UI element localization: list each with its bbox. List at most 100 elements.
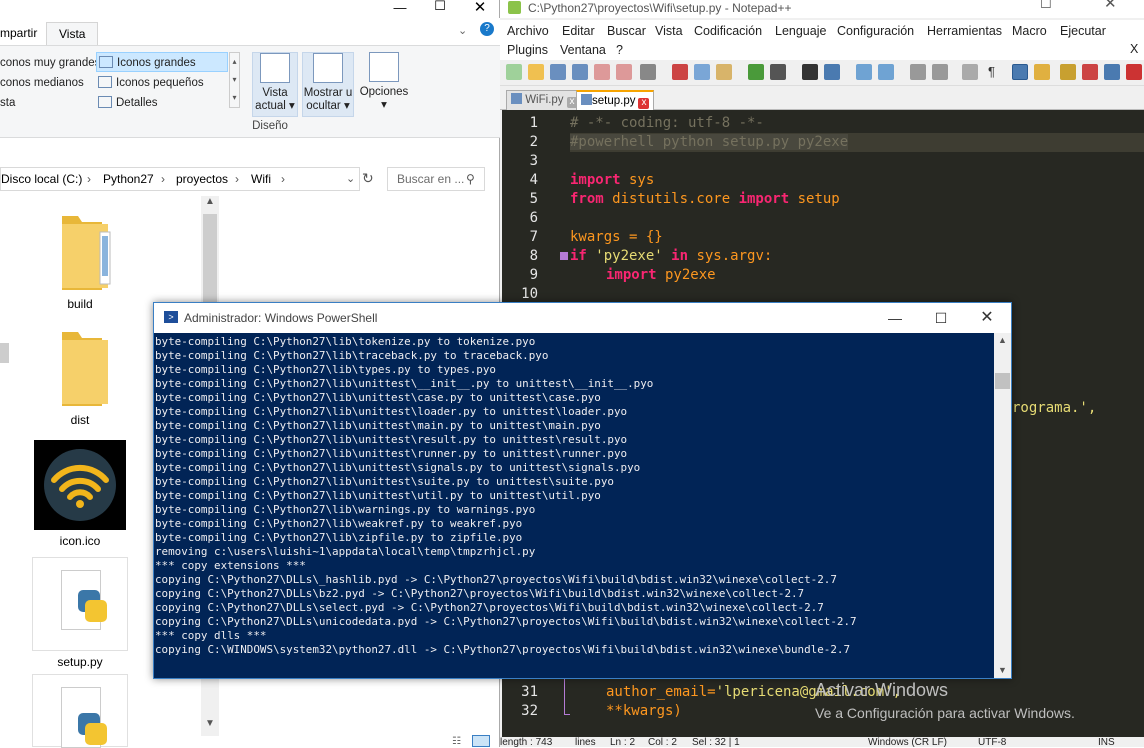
maximize-icon[interactable]: ☐ [420, 0, 460, 14]
nav-pane-scroll[interactable] [0, 343, 9, 363]
scrollbar-thumb[interactable] [203, 214, 217, 308]
layout-extra-large-icons[interactable]: conos muy grandes [0, 53, 100, 73]
menu-configuracion[interactable]: Configuración [837, 24, 914, 38]
minimize-icon[interactable]: — [380, 0, 420, 15]
minimize-icon[interactable]: — [872, 303, 918, 333]
scroll-up-icon[interactable]: ▲ [205, 196, 215, 207]
close-icon[interactable]: ✕ [1104, 0, 1117, 11]
breadcrumb-item[interactable]: Wifi [251, 168, 271, 190]
large-icons-view-icon[interactable] [472, 735, 490, 747]
show-all-chars-icon[interactable]: ¶ [988, 64, 1004, 80]
folder-workspace-icon[interactable] [1104, 64, 1120, 80]
npp-titlebar: C:\Python27\proyectos\Wifi\setup.py - No… [500, 0, 1144, 18]
doc-map-icon[interactable] [1060, 64, 1076, 80]
maximize-icon[interactable]: ☐ [918, 303, 964, 333]
address-bar[interactable]: Disco local (C:) › Python27 › proyectos … [0, 167, 360, 191]
help-icon[interactable]: ? [480, 22, 494, 36]
find-icon[interactable] [802, 64, 818, 80]
save-all-icon[interactable] [572, 64, 588, 80]
print-icon[interactable] [640, 64, 656, 80]
copy-icon[interactable] [694, 64, 710, 80]
zoom-in-icon[interactable] [856, 64, 872, 80]
close-all-icon[interactable] [616, 64, 632, 80]
menu-close-doc[interactable]: X [1130, 42, 1138, 56]
lang-icon[interactable] [1034, 64, 1050, 80]
layout-small-icons[interactable]: Iconos pequeños [98, 73, 204, 93]
fold-marker-icon[interactable] [560, 252, 568, 260]
console-scrollbar[interactable]: ▲ ▼ [994, 333, 1011, 678]
current-view-button[interactable]: Vista actual ▾ [252, 52, 298, 117]
zoom-out-icon[interactable] [878, 64, 894, 80]
layout-medium-icons[interactable]: conos medianos [0, 73, 84, 93]
open-file-icon[interactable] [528, 64, 544, 80]
file-item-icon-ico[interactable]: icon.ico [32, 440, 128, 548]
console-line: byte-compiling C:\Python27\lib\unittest\… [155, 475, 614, 488]
close-icon[interactable]: ✕ [460, 0, 500, 16]
options-button[interactable]: Opciones ▾ [358, 52, 410, 117]
line-number: 8 [529, 248, 538, 264]
scroll-down-icon[interactable]: ▼ [998, 665, 1007, 675]
close-icon[interactable]: ✕ [964, 303, 1010, 333]
breadcrumb-item[interactable]: Disco local (C:) [1, 168, 82, 190]
show-hide-button[interactable]: Mostrar u ocultar ▾ [302, 52, 354, 117]
menu-buscar[interactable]: Buscar [607, 24, 646, 38]
layout-large-icons[interactable]: Iconos grandes [96, 52, 228, 72]
menu-lenguaje[interactable]: Lenguaje [775, 24, 826, 38]
menu-editar[interactable]: Editar [562, 24, 595, 38]
console-line: byte-compiling C:\Python27\lib\unittest\… [155, 419, 601, 432]
console-line: byte-compiling C:\Python27\lib\unittest\… [155, 433, 628, 446]
menu-ventana[interactable]: Ventana [560, 43, 606, 57]
record-macro-icon[interactable] [1126, 64, 1142, 80]
maximize-icon[interactable]: ☐ [1040, 0, 1052, 11]
scroll-down-icon[interactable]: ▼ [205, 718, 215, 729]
menu-help[interactable]: ? [616, 43, 623, 57]
save-icon[interactable] [550, 64, 566, 80]
scroll-up-icon[interactable]: ▲ [998, 335, 1007, 345]
close-tab-icon[interactable]: x [638, 98, 650, 109]
tab-view[interactable]: Vista [46, 22, 99, 45]
activation-watermark-text: Ve a Configuración para activar Windows. [815, 705, 1075, 721]
file-item-setup-py[interactable]: setup.py [32, 557, 128, 669]
tab-setup-py[interactable]: setup.py x [576, 90, 655, 110]
breadcrumb-item[interactable]: proyectos [176, 168, 228, 190]
new-file-icon[interactable] [506, 64, 522, 80]
menu-plugins[interactable]: Plugins [507, 43, 548, 57]
menu-ejecutar[interactable]: Ejecutar [1060, 24, 1106, 38]
function-list-icon[interactable] [1082, 64, 1098, 80]
search-input[interactable]: Buscar en ... ⚲ [387, 167, 485, 191]
menu-codificacion[interactable]: Codificación [694, 24, 762, 38]
menu-archivo[interactable]: Archivo [507, 24, 549, 38]
layout-list[interactable]: sta [0, 93, 15, 113]
menu-vista[interactable]: Vista [655, 24, 683, 38]
layout-details[interactable]: Detalles [98, 93, 158, 113]
window-title: C:\Python27\proyectos\Wifi\setup.py - No… [528, 1, 792, 15]
details-view-icon[interactable]: ☷ [452, 736, 461, 747]
file-item-build[interactable]: build [32, 212, 128, 311]
file-item-dist[interactable]: dist [32, 328, 128, 427]
refresh-icon[interactable]: ↻ [362, 170, 374, 187]
activation-watermark-title: Activar Windows [815, 680, 949, 700]
menu-herramientas[interactable]: Herramientas [927, 24, 1002, 38]
paste-icon[interactable] [716, 64, 732, 80]
menu-macro[interactable]: Macro [1012, 24, 1047, 38]
console-output[interactable]: byte-compiling C:\Python27\lib\tokenize.… [154, 333, 994, 678]
chevron-down-icon[interactable]: ⌄ [346, 168, 355, 190]
powershell-titlebar: > Administrador: Windows PowerShell — ☐ … [154, 303, 1011, 333]
sync-v-icon[interactable] [910, 64, 926, 80]
close-file-icon[interactable] [594, 64, 610, 80]
scrollbar-thumb[interactable] [995, 373, 1010, 389]
layout-scroll[interactable]: ▴ ▾ ▾ [229, 52, 240, 108]
redo-icon[interactable] [770, 64, 786, 80]
sync-h-icon[interactable] [932, 64, 948, 80]
wrap-icon[interactable] [962, 64, 978, 80]
chevron-down-icon[interactable]: ⌄ [458, 24, 467, 37]
undo-icon[interactable] [748, 64, 764, 80]
file-item-python[interactable] [32, 674, 128, 748]
cut-icon[interactable] [672, 64, 688, 80]
breadcrumb-item[interactable]: Python27 [103, 168, 154, 190]
tab-wifi-py[interactable]: WiFi.py x [506, 90, 583, 110]
file-tab-icon [581, 94, 592, 105]
replace-icon[interactable] [824, 64, 840, 80]
tab-share[interactable]: mpartir [0, 22, 49, 45]
indent-guide-icon[interactable] [1012, 64, 1028, 80]
